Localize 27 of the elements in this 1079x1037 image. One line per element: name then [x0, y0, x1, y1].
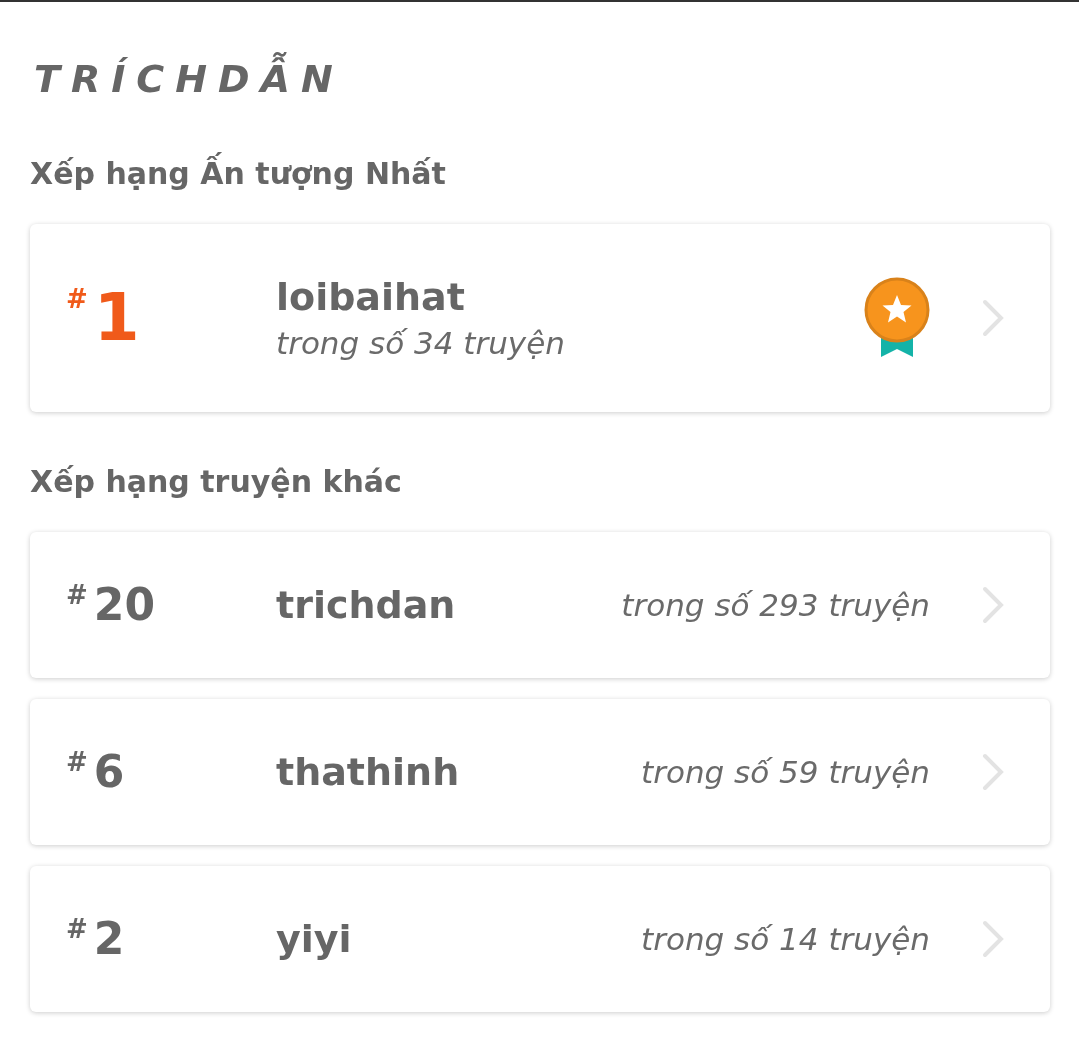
story-tag: trichdan: [276, 583, 622, 627]
rank-number: 6: [93, 747, 125, 797]
section-heading: Xếp hạng Ấn tượng Nhất: [30, 154, 1079, 194]
story-count: trong số 14 truyện: [641, 921, 930, 957]
hash-sign: #: [66, 747, 88, 777]
hash-sign: #: [66, 914, 88, 944]
section-heading: Xếp hạng truyện khác: [30, 463, 403, 501]
chevron-right-icon: [982, 586, 1004, 624]
ranking-card[interactable]: #6 thathinh trong số 59 truyện: [30, 699, 1050, 845]
story-tag: loibaihat: [276, 275, 864, 319]
ranking-card[interactable]: #20 trichdan trong số 293 truyện: [30, 532, 1050, 678]
chevron-right-icon: [982, 753, 1004, 791]
page-title: TRÍCHDẪN: [34, 54, 1079, 104]
hash-sign: #: [66, 580, 88, 610]
rank-number: 20: [93, 580, 156, 630]
story-count: trong số 34 truyện: [276, 325, 566, 361]
story-count: trong số 293 truyện: [621, 587, 930, 623]
story-tag: yiyi: [276, 917, 642, 961]
rank-number: 1: [93, 282, 140, 354]
story-tag: thathinh: [276, 750, 642, 794]
hash-sign: #: [66, 284, 88, 314]
rank-number: 2: [93, 914, 125, 964]
ranking-card[interactable]: #2 yiyi trong số 14 truyện: [30, 866, 1050, 1012]
story-count: trong số 59 truyện: [641, 754, 930, 790]
ranking-card[interactable]: #1 loibaihat trong số 34 truyện: [30, 224, 1050, 412]
chevron-right-icon: [982, 299, 1004, 337]
chevron-right-icon: [982, 920, 1004, 958]
